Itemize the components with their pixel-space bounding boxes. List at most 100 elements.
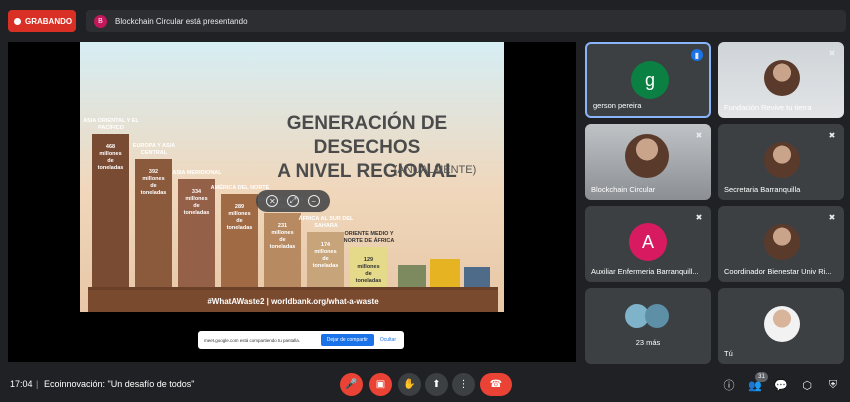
chart-bar-value: 129 millones de toneladas bbox=[350, 257, 387, 285]
self-video bbox=[764, 306, 800, 342]
avatar bbox=[764, 224, 800, 260]
participant-name: Blockchain Circular bbox=[591, 185, 656, 194]
chart-bar-value-line: toneladas bbox=[269, 244, 296, 250]
chart-bar-value-line: de bbox=[322, 256, 329, 262]
top-bar: GRABANDO B Blockchain Circular está pres… bbox=[0, 0, 850, 38]
participant-tile-blockchain[interactable]: ✖ Blockchain Circular bbox=[585, 124, 711, 200]
microphone-toggle-button[interactable]: 🎤 bbox=[340, 373, 363, 396]
participant-name: Coordinador Bienestar Univ Ri... bbox=[724, 267, 832, 276]
participant-name: Auxiliar Enfermeria Barranquill... bbox=[591, 267, 699, 276]
chart-bar-value-line: millones bbox=[314, 249, 337, 255]
chart-bar-value-line: millones bbox=[185, 195, 208, 202]
presentation-overlay-controls[interactable]: ✕ ⤢ − bbox=[256, 190, 330, 212]
shield-icon: ⛨ bbox=[828, 378, 838, 391]
participant-tile-gerson[interactable]: g ▮ gerson pereira bbox=[585, 42, 711, 118]
recording-badge[interactable]: GRABANDO bbox=[8, 10, 76, 32]
chart-bar-value-line: toneladas bbox=[183, 209, 210, 216]
slide-subtitle: (ANUALMENTE) bbox=[393, 164, 477, 176]
presenting-text: Blockchain Circular está presentando bbox=[115, 16, 248, 26]
slide-footer: #WhatAWaste2 | worldbank.org/what-a-wast… bbox=[88, 290, 498, 312]
presenter-avatar: B bbox=[94, 14, 107, 28]
chart-category-label: ORIENTE MEDIO Y NORTE DE ÁFRICA bbox=[343, 231, 395, 244]
participant-name: Fundación Revive tu tierra bbox=[724, 103, 812, 112]
chart-category-label: ÁFRICA AL SUR DEL SAHARA bbox=[298, 216, 354, 229]
presenting-banner: B Blockchain Circular está presentando bbox=[86, 10, 846, 32]
chart-category-label: EUROPA Y ASIA CENTRAL bbox=[132, 143, 176, 157]
chart-bar-value-line: de bbox=[279, 237, 286, 243]
fullscreen-icon[interactable]: ⤢ bbox=[286, 195, 299, 207]
chart-bar-value-line: millones bbox=[142, 176, 165, 183]
chart-bar-value-line: millones bbox=[271, 230, 294, 236]
chat-icon: 💬 bbox=[774, 379, 788, 392]
more-vert-icon: ⋮ bbox=[458, 379, 469, 390]
hide-notice-link[interactable]: Ocultar bbox=[380, 337, 396, 343]
meeting-title: Ecoinnovación: "Un desafío de todos" bbox=[44, 379, 195, 389]
info-icon: ⓘ bbox=[723, 380, 735, 392]
forklift-image bbox=[430, 259, 460, 287]
chart-bar-value-line: de bbox=[365, 271, 372, 277]
mic-off-icon: ✖ bbox=[695, 212, 703, 222]
share-notice-text: meet.google.com está compartiendo tu pan… bbox=[204, 337, 301, 343]
pin-icon[interactable]: ✕ bbox=[266, 195, 279, 207]
end-call-button[interactable]: ☎ bbox=[480, 373, 512, 396]
participant-tile-fundacion[interactable]: ✖ Fundación Revive tu tierra bbox=[718, 42, 844, 118]
activities-icon: ⬡ bbox=[802, 379, 812, 392]
bottom-bar: 17:04 | Ecoinnovación: "Un desafío de to… bbox=[0, 364, 850, 402]
chart-bar-value-line: toneladas bbox=[97, 165, 124, 171]
phone-icon: ☎ bbox=[489, 379, 503, 390]
chart-bar-value: 174 millones de toneladas bbox=[307, 242, 344, 270]
avatar bbox=[764, 142, 800, 178]
mic-off-icon: ✖ bbox=[828, 130, 836, 140]
mic-off-icon: 🎤 bbox=[345, 379, 358, 390]
chart-bar-value-line: toneladas bbox=[226, 224, 253, 231]
chart-bar-value: 334 millones de toneladas bbox=[178, 189, 215, 217]
chart-category-label: ASIA MERIDIONAL bbox=[172, 169, 222, 176]
waste-bales-image bbox=[398, 265, 426, 287]
recording-dot-icon bbox=[14, 17, 21, 25]
participant-name: Secretaria Barranquilla bbox=[724, 185, 801, 194]
mic-off-icon: ✖ bbox=[695, 130, 703, 140]
presentation-stage[interactable]: GENERACIÓN DE DESECHOS A NIVEL REGIONAL … bbox=[8, 42, 576, 362]
chat-button[interactable]: 💬 bbox=[774, 378, 788, 392]
chart-bar-value-line: toneladas bbox=[355, 278, 382, 284]
more-options-button[interactable]: ⋮ bbox=[452, 373, 475, 396]
raise-hand-button[interactable]: ✋ bbox=[398, 373, 421, 396]
participant-tile-more[interactable]: 23 más bbox=[585, 288, 711, 364]
screen-share-notice: meet.google.com está compartiendo tu pan… bbox=[198, 331, 404, 349]
participant-tile-coordinador[interactable]: ✖ Coordinador Bienestar Univ Ri... bbox=[718, 206, 844, 282]
avatar: g bbox=[631, 61, 669, 99]
info-button[interactable]: ⓘ bbox=[722, 378, 736, 392]
chart-bar-value-line: de bbox=[193, 202, 200, 209]
chart-bar-value-line: de bbox=[150, 183, 157, 190]
mic-off-icon: ✖ bbox=[828, 48, 836, 58]
chart-bar-value-line: de bbox=[107, 158, 114, 164]
recording-label: GRABANDO bbox=[25, 16, 73, 26]
clock: 17:04 bbox=[10, 379, 33, 389]
participant-count-badge: 31 bbox=[755, 372, 768, 382]
participant-tile-auxiliar[interactable]: A ✖ Auxiliar Enfermeria Barranquill... bbox=[585, 206, 711, 282]
host-controls-button[interactable]: ⛨ bbox=[826, 378, 840, 392]
chart-bar-value-line: millones bbox=[228, 210, 251, 217]
chart-bar-value-line: toneladas bbox=[140, 190, 167, 197]
activities-button[interactable]: ⬡ bbox=[800, 378, 814, 392]
camera-toggle-button[interactable]: ▣ bbox=[369, 373, 392, 396]
camera-off-icon: ▣ bbox=[375, 379, 386, 390]
chart-bar-value-line: toneladas bbox=[312, 263, 339, 269]
chart-bar-value-line: 129 bbox=[363, 257, 374, 263]
stop-sharing-button[interactable]: Dejar de compartir bbox=[320, 334, 374, 346]
chart-bar-value-line: de bbox=[236, 217, 243, 224]
presentation-slide: GENERACIÓN DE DESECHOS A NIVEL REGIONAL … bbox=[80, 42, 504, 312]
present-screen-button[interactable]: ⬆ bbox=[425, 373, 448, 396]
present-icon: ⬆ bbox=[432, 379, 441, 390]
participant-tile-secretaria[interactable]: ✖ Secretaria Barranquilla bbox=[718, 124, 844, 200]
pallet-image bbox=[464, 267, 490, 287]
avatar: A bbox=[629, 223, 667, 261]
participant-tile-self[interactable]: Tú bbox=[718, 288, 844, 364]
hand-icon: ✋ bbox=[403, 379, 416, 390]
slide-title-line1: GENERACIÓN DE DESECHOS bbox=[286, 113, 448, 158]
participant-video bbox=[625, 134, 669, 178]
chart-bar-value-line: millones bbox=[357, 264, 380, 270]
participant-name: Tú bbox=[724, 349, 733, 358]
avatar bbox=[645, 304, 669, 328]
remove-icon[interactable]: − bbox=[307, 195, 320, 207]
